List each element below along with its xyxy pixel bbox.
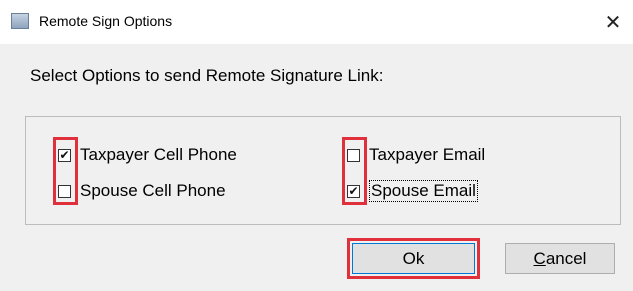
window-icon xyxy=(11,13,29,29)
taxpayer-cell-phone-option[interactable]: ✔ Taxpayer Cell Phone xyxy=(58,143,237,167)
spouse-cell-phone-label: Spouse Cell Phone xyxy=(80,181,226,200)
ok-button-highlight xyxy=(347,238,480,279)
taxpayer-email-option[interactable]: Taxpayer Email xyxy=(347,143,485,167)
title-bar[interactable]: Remote Sign Options ✕ xyxy=(0,0,633,44)
cancel-accelerator: C xyxy=(533,249,546,268)
close-icon[interactable]: ✕ xyxy=(593,0,633,44)
taxpayer-cell-phone-label: Taxpayer Cell Phone xyxy=(80,145,237,164)
checkbox-highlight-left xyxy=(53,137,78,205)
options-groupbox xyxy=(25,116,621,225)
window-title: Remote Sign Options xyxy=(39,13,173,29)
cancel-button[interactable]: Cancel xyxy=(505,243,615,274)
checkbox-highlight-right xyxy=(342,137,367,205)
spouse-cell-phone-option[interactable]: Spouse Cell Phone xyxy=(58,179,226,203)
cancel-label-rest: ancel xyxy=(545,249,587,268)
taxpayer-email-label: Taxpayer Email xyxy=(369,145,486,164)
remote-sign-options-dialog: Remote Sign Options ✕ Select Options to … xyxy=(0,0,633,291)
spouse-email-label: Spouse Email xyxy=(369,180,478,202)
instruction-text: Select Options to send Remote Signature … xyxy=(30,66,384,85)
